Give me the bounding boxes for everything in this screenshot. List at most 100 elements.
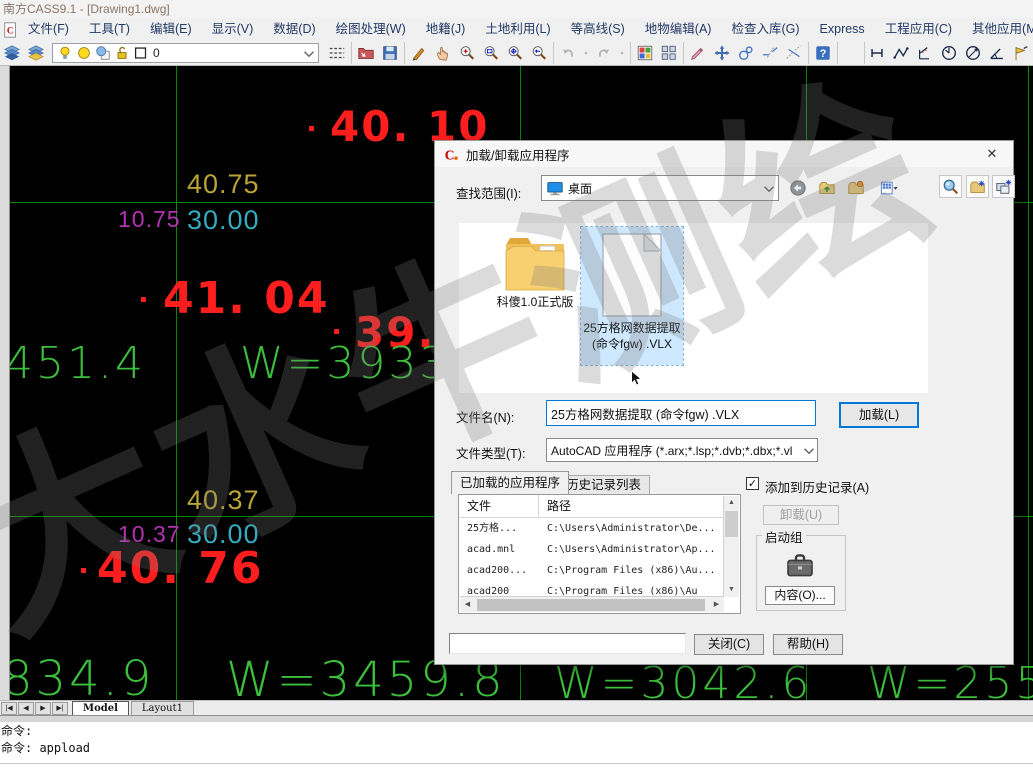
redo-icon[interactable] <box>592 42 616 64</box>
measure-distance-icon[interactable] <box>865 42 889 64</box>
close-icon[interactable]: ✕ <box>979 144 1005 164</box>
table-row[interactable]: acad200C:\Program Files (x86)\Au <box>459 581 723 597</box>
zoom-extents-icon[interactable] <box>503 42 527 64</box>
erase-pencil-icon[interactable] <box>686 42 710 64</box>
measure-clock-a-icon[interactable] <box>937 42 961 64</box>
scroll-up-icon[interactable]: ▲ <box>724 496 739 510</box>
file-name-input[interactable] <box>546 400 816 426</box>
menu-item-1[interactable]: 工具(T) <box>79 18 140 40</box>
table-header[interactable]: 文件 路径 <box>459 495 723 518</box>
zoom-dynamic-icon[interactable] <box>455 42 479 64</box>
tab-model[interactable]: Model <box>72 701 129 716</box>
trim-line-icon[interactable] <box>782 42 806 64</box>
tab-nav-next-button[interactable]: ▶ <box>35 702 51 715</box>
layer-on-bulb-icon[interactable] <box>55 43 74 62</box>
table-row[interactable]: 25方格...C:\Users\Administrator\De... <box>459 518 723 539</box>
add-history-checkbox[interactable]: ✓ <box>746 477 759 490</box>
vertical-scrollbar[interactable]: ▲ ▼ <box>723 496 739 597</box>
scroll-left-icon[interactable]: ◀ <box>460 597 475 612</box>
dropdown-caret-icon[interactable] <box>580 42 592 64</box>
measure-flag-icon[interactable] <box>1009 42 1033 64</box>
command-splitter[interactable] <box>0 715 1033 722</box>
col-header-file[interactable]: 文件 <box>459 495 539 517</box>
dropdown-caret-icon[interactable] <box>616 42 628 64</box>
menu-item-6[interactable]: 地籍(J) <box>416 18 476 40</box>
menu-item-4[interactable]: 数据(D) <box>263 18 325 40</box>
tab-nav-first-button[interactable]: |◀ <box>1 702 17 715</box>
favorite-folder-icon[interactable] <box>966 175 989 198</box>
layers-gold-icon[interactable] <box>24 42 48 64</box>
measure-angle-icon[interactable] <box>985 42 1009 64</box>
table-row[interactable]: acad.mnlC:\Users\Administrator\Ap... <box>459 539 723 560</box>
help-button[interactable]: 帮助(H) <box>773 634 843 655</box>
vlx-file-item-selected[interactable]: 25方格网数据提取 (命令fgw) .VLX <box>581 227 683 365</box>
menu-item-12[interactable]: 工程应用(C) <box>875 18 962 40</box>
menu-item-7[interactable]: 土地利用(L) <box>475 18 560 40</box>
dialog-titlebar[interactable]: C 加载/卸载应用程序 <box>435 141 1013 167</box>
tab-loaded-applications[interactable]: 已加载的应用程序 <box>451 471 569 494</box>
menu-item-11[interactable]: Express <box>810 18 875 40</box>
hscroll-thumb[interactable] <box>477 599 705 611</box>
layer-control-combobox[interactable]: 0 <box>52 43 319 63</box>
move-cross-icon[interactable] <box>710 42 734 64</box>
views-menu-icon[interactable] <box>874 177 904 199</box>
folder-item[interactable]: 科傻1.0正式版 <box>483 231 587 310</box>
grid-blocks-icon[interactable] <box>657 42 681 64</box>
save-icon[interactable] <box>378 42 402 64</box>
loaded-apps-table[interactable]: 文件 路径 25方格...C:\Users\Administrator\De..… <box>458 494 741 614</box>
favorite-window-icon[interactable] <box>992 175 1015 198</box>
scroll-right-icon[interactable]: ▶ <box>709 597 724 612</box>
pen-icon[interactable] <box>407 42 431 64</box>
zoom-window-icon[interactable] <box>479 42 503 64</box>
menu-item-9[interactable]: 地物编辑(A) <box>635 18 722 40</box>
new-folder-icon[interactable] <box>845 177 867 199</box>
table-row[interactable]: acad200...C:\Program Files (x86)\Au... <box>459 560 723 581</box>
command-line-panel[interactable]: 命令: 命令: appload <box>0 722 1033 767</box>
chevron-down-icon[interactable] <box>760 180 776 196</box>
pan-hand-icon[interactable] <box>431 42 455 64</box>
menu-item-5[interactable]: 绘图处理(W) <box>326 18 416 40</box>
layer-lock-icon[interactable] <box>112 43 131 62</box>
file-type-select[interactable]: AutoCAD 应用程序 (*.arx;*.lsp;*.dvb;*.dbx;*.… <box>546 438 818 462</box>
file-browser-panel[interactable]: 科傻1.0正式版 25方格网数据提取 (命令fgw) .VLX <box>459 223 928 393</box>
undo-icon[interactable] <box>556 42 580 64</box>
tab-layout1[interactable]: Layout1 <box>131 701 194 716</box>
unload-button[interactable]: 卸载(U) <box>763 505 839 525</box>
zoom-prev-icon[interactable] <box>527 42 551 64</box>
col-header-path[interactable]: 路径 <box>539 495 571 517</box>
menu-item-3[interactable]: 显示(V) <box>202 18 264 40</box>
menu-item-2[interactable]: 编辑(E) <box>140 18 202 40</box>
look-in-combobox[interactable]: 桌面 <box>541 175 779 201</box>
measure-poly-icon[interactable] <box>889 42 913 64</box>
horizontal-scrollbar[interactable]: ◀ ▶ <box>460 596 724 612</box>
menu-item-8[interactable]: 等高线(S) <box>561 18 635 40</box>
help-icon[interactable]: ? <box>811 42 835 64</box>
layers-blue-icon[interactable] <box>0 42 24 64</box>
vscroll-thumb[interactable] <box>725 511 738 537</box>
menu-item-13[interactable]: 其他应用(M) <box>962 18 1033 40</box>
search-icon[interactable] <box>939 175 962 198</box>
measure-clock-b-icon[interactable] <box>961 42 985 64</box>
layer-viewport-icon[interactable] <box>93 43 112 62</box>
contents-button[interactable]: 内容(O)... <box>765 586 835 605</box>
break-line-icon[interactable] <box>758 42 782 64</box>
close-button[interactable]: 关闭(C) <box>694 634 764 655</box>
folder-open-icon[interactable] <box>354 42 378 64</box>
linetype-icon[interactable] <box>325 42 349 64</box>
measure-coord-icon[interactable] <box>913 42 937 64</box>
palette-table-icon[interactable] <box>633 42 657 64</box>
tab-nav-last-button[interactable]: ▶| <box>52 702 68 715</box>
layer-color-swatch-icon[interactable] <box>131 43 150 62</box>
menu-item-0[interactable]: 文件(F) <box>18 18 79 40</box>
chevron-down-icon[interactable] <box>300 45 316 61</box>
scroll-down-icon[interactable]: ▼ <box>724 583 739 597</box>
up-one-level-icon[interactable] <box>816 177 838 199</box>
layer-freeze-icon[interactable] <box>74 43 93 62</box>
load-button[interactable]: 加载(L) <box>839 402 919 428</box>
back-icon[interactable] <box>787 177 809 199</box>
tab-history-list[interactable]: 历史记录列表 <box>557 475 650 494</box>
menu-item-10[interactable]: 检查入库(G) <box>721 18 809 40</box>
toolbar-groups: ? <box>323 42 838 64</box>
tab-nav-prev-button[interactable]: ◀ <box>18 702 34 715</box>
rotate-copy-icon[interactable] <box>734 42 758 64</box>
